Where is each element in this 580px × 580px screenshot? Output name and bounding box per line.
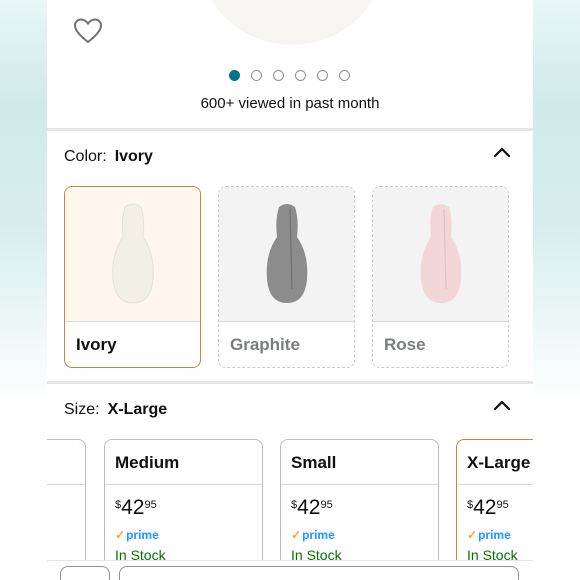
image-carousel-dots [229,70,350,81]
quantity-button[interactable] [60,566,110,580]
price: $4295 [291,496,333,519]
prime-check-icon: ✓ [467,528,478,542]
background-left [0,0,47,580]
color-option-label: Rose [384,335,426,354]
carousel-dot[interactable] [251,70,262,81]
card-separator [457,484,533,485]
chevron-up-icon[interactable] [493,146,511,158]
size-selected-value: X-Large [107,401,168,418]
card-separator [105,484,262,485]
prime-badge: ✓prime [467,528,511,542]
size-option-small[interactable]: Small $4295 ✓prime In Stock [280,439,439,580]
color-section-header[interactable]: Color: Ivory [64,148,153,166]
card-separator [47,484,85,485]
size-option-medium[interactable]: Medium $4295 ✓prime In Stock [104,439,263,580]
product-detail-panel: 600+ viewed in past month Color: Ivory Iv… [47,0,533,580]
price: $4295 [467,496,509,519]
background-right [533,0,580,580]
carousel-dot[interactable] [273,70,284,81]
size-option-partial[interactable] [47,439,86,580]
color-option-label: Graphite [230,335,300,354]
color-option-rose[interactable]: Rose [372,186,509,368]
prime-check-icon: ✓ [291,528,302,542]
swaddle-image [420,204,461,303]
product-image[interactable] [202,0,382,45]
swaddle-image [266,204,307,303]
add-to-cart-button[interactable] [119,566,519,580]
chevron-up-icon[interactable] [493,399,511,411]
color-selected-value: Ivory [114,148,153,165]
section-divider [47,381,533,384]
heart-outline-icon[interactable] [73,17,103,45]
size-option-name: Small [291,453,337,472]
color-option-graphite[interactable]: Graphite [218,186,355,368]
swatch-image-area [65,187,200,322]
size-option-name: Medium [115,453,180,472]
swatch-image-area [219,187,354,322]
swatch-image-area [373,187,508,322]
price: $4295 [115,496,157,519]
carousel-dot[interactable] [295,70,306,81]
prime-badge: ✓prime [115,528,159,542]
size-option-x-large[interactable]: X-Large $4295 ✓prime In Stock [456,439,533,580]
carousel-dot[interactable] [339,70,350,81]
carousel-dot[interactable] [317,70,328,81]
color-option-ivory[interactable]: Ivory [64,186,201,368]
prime-check-icon: ✓ [115,528,126,542]
size-label: Size: [64,401,100,418]
color-option-label: Ivory [76,335,117,354]
size-option-name: X-Large [467,453,531,472]
section-divider [47,128,533,131]
carousel-dot[interactable] [229,70,240,81]
card-separator [281,484,438,485]
color-label: Color: [64,148,107,165]
swaddle-image [111,203,154,304]
size-section-header[interactable]: Size: X-Large [64,401,167,419]
viewed-count-text: 600+ viewed in past month [200,95,380,112]
prime-badge: ✓prime [291,528,335,542]
